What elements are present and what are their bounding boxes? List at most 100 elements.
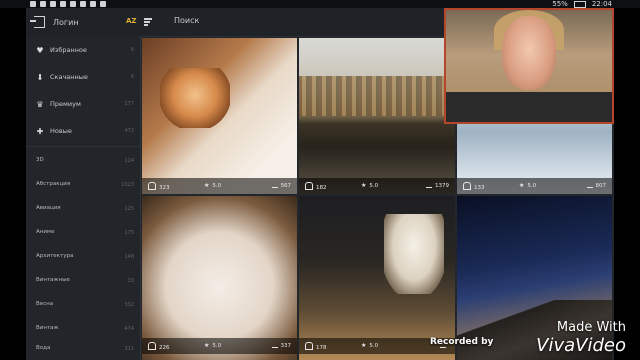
download-icon[interactable] <box>426 182 432 188</box>
sidebar: ♥ Избранное 6 ⬇ Скачанные 6 ♛ Премиум 17… <box>26 36 141 360</box>
category-label: Авиация <box>36 205 61 211</box>
tile-meta: 133 ★ 5.0 807 <box>457 178 612 194</box>
download-count: 337 <box>280 343 292 349</box>
sidebar-category[interactable]: Абстракция 1023 <box>26 174 140 196</box>
category-label: Винтаж <box>36 325 59 331</box>
sidebar-item-label: Избранное <box>50 46 87 54</box>
battery-icon <box>573 1 586 8</box>
sidebar-item-favorites[interactable]: ♥ Избранное 6 <box>26 40 140 62</box>
status-bar: 55% 22:04 <box>0 0 640 8</box>
category-label: Вода <box>36 345 51 351</box>
download-count: 807 <box>595 183 607 189</box>
sidebar-category[interactable]: 3D 124 <box>26 150 140 172</box>
wallpaper-tile[interactable]: 323 ★ 5.0 567 <box>142 38 297 194</box>
notification-icon <box>30 1 36 7</box>
wallpaper-tile[interactable]: 182 ★ 5.0 1379 <box>299 38 455 194</box>
category-label: Винтажные <box>36 277 70 283</box>
sidebar-category[interactable]: Вода 311 <box>26 338 140 360</box>
sidebar-item-label: Скачанные <box>50 73 88 81</box>
tile-meta: 182 ★ 5.0 1379 <box>299 178 455 194</box>
sidebar-item-new[interactable]: ✚ Новые 472 <box>26 121 140 143</box>
vivavideo-watermark: VivaVideo <box>536 335 626 356</box>
rating-value: 5.0 <box>369 183 379 189</box>
wallpaper-tile[interactable]: 226 ★ 5.0 337 <box>142 196 297 360</box>
star-icon: ★ <box>204 182 210 189</box>
rating-value: 5.0 <box>212 183 222 189</box>
notification-icon <box>80 1 86 7</box>
sidebar-category[interactable]: Аниме 175 <box>26 222 140 244</box>
download-icon: ⬇ <box>36 73 44 82</box>
sidebar-item-count: 6 <box>130 74 134 80</box>
like-icon[interactable] <box>305 342 313 350</box>
sidebar-item-label: Новые <box>50 127 72 135</box>
category-label: 3D <box>36 157 44 163</box>
recorded-by-watermark: Recorded by <box>430 337 494 347</box>
sort-order-icon[interactable] <box>144 18 152 26</box>
sidebar-item-label: Премиум <box>50 100 81 108</box>
category-count: 1023 <box>121 182 134 188</box>
sidebar-item-count: 6 <box>130 47 134 53</box>
sidebar-divider <box>26 146 140 147</box>
wallpaper-image <box>299 38 455 194</box>
notification-icon <box>50 1 56 7</box>
category-count: 332 <box>124 302 134 308</box>
sidebar-category[interactable]: Винтажные 33 <box>26 270 140 292</box>
category-count: 175 <box>124 230 134 236</box>
category-count: 148 <box>124 254 134 260</box>
category-count: 311 <box>124 346 134 352</box>
notification-icon <box>40 1 46 7</box>
like-count: 178 <box>316 345 327 351</box>
rating-value: 5.0 <box>369 343 379 349</box>
category-label: Весна <box>36 301 54 307</box>
like-icon[interactable] <box>463 182 471 190</box>
clock: 22:04 <box>591 0 612 8</box>
like-icon[interactable] <box>305 182 313 190</box>
sidebar-item-premium[interactable]: ♛ Премиум 177 <box>26 94 140 116</box>
crown-icon: ♛ <box>36 100 44 109</box>
sidebar-category[interactable]: Архитектура 148 <box>26 246 140 268</box>
made-with-watermark: Made With <box>556 320 626 335</box>
sidebar-category[interactable]: Весна 332 <box>26 294 140 316</box>
battery-percent: 55% <box>552 0 568 8</box>
search-button[interactable]: Поиск <box>174 16 199 25</box>
heart-icon: ♥ <box>36 46 44 55</box>
sidebar-item-downloaded[interactable]: ⬇ Скачанные 6 <box>26 67 140 89</box>
like-count: 226 <box>159 345 170 351</box>
star-icon: ★ <box>519 182 525 189</box>
wallpaper-image <box>142 196 297 360</box>
logout-button[interactable]: Логин <box>26 8 140 36</box>
category-count: 124 <box>124 158 134 164</box>
like-count: 133 <box>474 185 485 191</box>
logout-label: Логин <box>53 17 79 27</box>
category-count: 33 <box>127 278 134 284</box>
star-icon: ★ <box>204 342 210 349</box>
category-count: 125 <box>124 206 134 212</box>
sidebar-item-count: 472 <box>124 128 134 134</box>
download-icon[interactable] <box>271 342 278 348</box>
sidebar-category[interactable]: Винтаж 474 <box>26 318 140 340</box>
category-count: 474 <box>124 326 134 332</box>
like-icon[interactable] <box>148 182 156 190</box>
notification-icon <box>100 1 106 7</box>
sort-az-button[interactable]: AZ <box>126 17 137 25</box>
wallpaper-image <box>142 38 297 194</box>
category-label: Аниме <box>36 229 55 235</box>
wallpaper-tile[interactable]: 178 ★ 5.0 <box>299 196 455 360</box>
rating-value: 5.0 <box>212 343 222 349</box>
star-icon: ★ <box>361 342 367 349</box>
download-count: 1379 <box>435 183 449 189</box>
category-label: Архитектура <box>36 253 74 259</box>
like-icon[interactable] <box>148 342 156 350</box>
sidebar-item-count: 177 <box>124 101 134 107</box>
logout-icon <box>30 16 45 28</box>
sidebar-category[interactable]: Авиация 125 <box>26 198 140 220</box>
category-label: Абстракция <box>36 181 71 187</box>
like-count: 323 <box>159 185 170 191</box>
download-icon[interactable] <box>271 182 278 188</box>
notification-icon <box>90 1 96 7</box>
rating-value: 5.0 <box>527 183 537 189</box>
download-icon[interactable] <box>586 182 593 188</box>
notification-icon <box>60 1 66 7</box>
sort-az-label: AZ <box>126 17 137 25</box>
new-icon: ✚ <box>36 127 44 136</box>
